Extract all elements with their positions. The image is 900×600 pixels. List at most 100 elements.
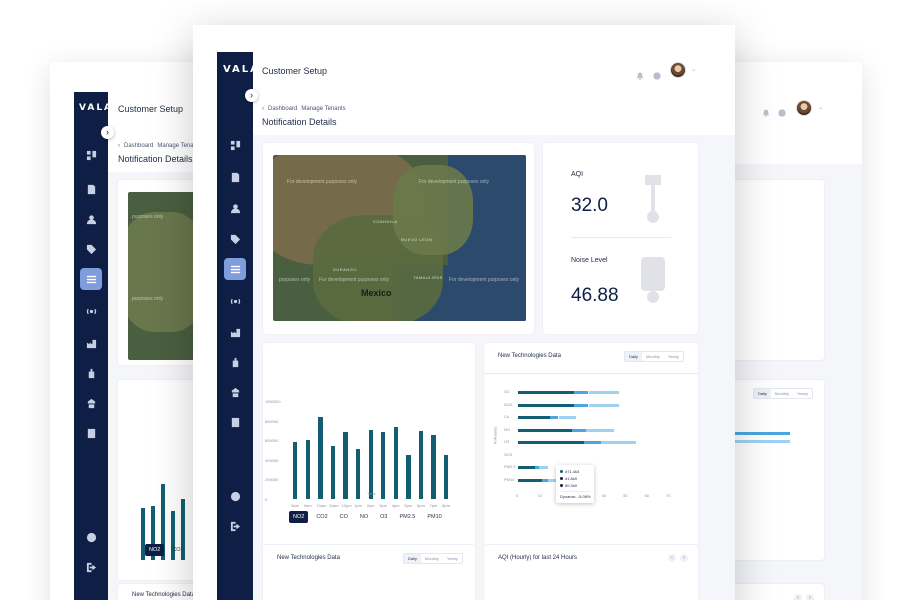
hbar[interactable] — [518, 441, 584, 444]
collapse-sidebar-button[interactable]: › — [101, 126, 114, 139]
period-toggle: Daily Monthly Yearly — [753, 388, 813, 399]
hbar[interactable] — [518, 466, 535, 469]
building-icon[interactable] — [74, 362, 108, 384]
dashboard-icon[interactable] — [74, 144, 108, 166]
signal-icon[interactable] — [217, 290, 253, 312]
report-icon[interactable] — [74, 422, 108, 444]
help-icon[interactable] — [74, 526, 108, 548]
tower-icon[interactable] — [217, 381, 253, 403]
hbar[interactable] — [588, 403, 619, 407]
bar[interactable] — [330, 446, 336, 499]
bar[interactable] — [355, 449, 361, 499]
hbar[interactable] — [518, 428, 572, 432]
map[interactable]: For development purposes only For develo… — [273, 155, 526, 321]
hbar[interactable] — [585, 428, 615, 432]
x-tick-label: 40 — [601, 493, 607, 498]
breadcrumb-item[interactable]: Manage Tenants — [301, 106, 345, 112]
toggle-monthly[interactable]: Monthly — [771, 389, 793, 398]
aqi-label: AQI — [571, 171, 584, 178]
tag-icon[interactable] — [217, 228, 253, 250]
chip-pm10[interactable]: PM10 — [423, 511, 445, 523]
avatar[interactable] — [796, 100, 812, 116]
hbar[interactable] — [518, 478, 542, 482]
bar[interactable] — [418, 431, 424, 499]
users-icon[interactable] — [217, 197, 253, 219]
help-icon[interactable] — [653, 67, 661, 80]
bar[interactable] — [293, 442, 298, 499]
page-title: Notification Details — [262, 117, 337, 127]
row-label: PM10 — [504, 476, 515, 482]
x-tick-label: 2pm — [366, 503, 375, 508]
next-button[interactable]: › — [680, 554, 688, 562]
chip-no2[interactable]: NO2 — [289, 511, 309, 523]
factory-icon[interactable] — [217, 321, 253, 343]
hbar[interactable] — [600, 441, 636, 444]
hbar[interactable] — [518, 403, 575, 407]
bar[interactable] — [318, 416, 323, 499]
hbar[interactable] — [572, 428, 586, 432]
hbar[interactable] — [584, 441, 601, 444]
chip-co2[interactable]: CO2 — [168, 544, 187, 556]
bar[interactable] — [393, 427, 399, 499]
bell-icon[interactable] — [762, 104, 770, 117]
chip-no[interactable]: NO — [356, 511, 372, 523]
toggle-monthly[interactable]: Monthly — [421, 554, 443, 563]
chip-pm25[interactable]: PM2.5 — [395, 511, 419, 523]
chevron-down-icon[interactable]: ⌄ — [691, 66, 696, 73]
logout-icon[interactable] — [74, 556, 108, 578]
bar[interactable] — [381, 432, 386, 499]
toggle-yearly[interactable]: Yearly — [793, 389, 812, 398]
mockup-scene: VALA › Customer Setup ‹ Dashboard Manage T… — [0, 0, 900, 600]
logout-icon[interactable] — [217, 515, 253, 537]
hbar[interactable] — [588, 391, 619, 394]
users-icon[interactable] — [74, 208, 108, 230]
tag-icon[interactable] — [74, 238, 108, 260]
hbar[interactable] — [518, 416, 551, 419]
chevron-down-icon[interactable]: ⌄ — [818, 104, 823, 111]
chip-co[interactable]: CO — [336, 511, 352, 523]
avatar[interactable] — [670, 62, 686, 78]
bar[interactable] — [431, 435, 436, 499]
bar[interactable] — [343, 432, 348, 499]
bar[interactable] — [406, 454, 411, 499]
hbar[interactable] — [558, 416, 576, 419]
building-icon[interactable] — [217, 351, 253, 373]
collapse-sidebar-button[interactable]: › — [245, 89, 258, 102]
hbar[interactable] — [574, 403, 589, 407]
chip-no2[interactable]: NO2 — [145, 544, 165, 556]
noise-label: Noise Level — [571, 257, 608, 264]
toggle-yearly[interactable]: Yearly — [443, 554, 462, 563]
chip-co2[interactable]: CO2 — [312, 511, 331, 523]
prev-button[interactable]: ‹ — [794, 594, 802, 600]
dashboard-icon[interactable] — [217, 134, 253, 156]
document-icon[interactable] — [74, 178, 108, 200]
help-icon[interactable] — [778, 104, 786, 117]
next-button[interactable]: › — [806, 594, 814, 600]
hbar[interactable] — [518, 391, 575, 394]
signal-icon[interactable] — [74, 300, 108, 322]
sliders-icon[interactable] — [217, 258, 253, 280]
row-label: O2 — [504, 389, 510, 394]
factory-icon[interactable] — [74, 332, 108, 354]
toggle-daily[interactable]: Daily — [754, 389, 771, 398]
breadcrumb-item[interactable]: Dashboard — [268, 106, 297, 112]
bell-icon[interactable] — [636, 67, 644, 80]
breadcrumb-back-icon[interactable]: ‹ — [262, 106, 264, 112]
hbar[interactable] — [550, 416, 559, 419]
report-icon[interactable] — [217, 411, 253, 433]
hbar[interactable] — [574, 391, 589, 394]
bar[interactable] — [368, 430, 373, 499]
tower-icon[interactable] — [74, 392, 108, 414]
bar[interactable] — [305, 440, 311, 499]
help-icon[interactable] — [217, 485, 253, 507]
breadcrumb-item[interactable]: Dashboard — [124, 143, 153, 149]
chip-o3[interactable]: O3 — [376, 511, 391, 523]
prev-button[interactable]: ‹ — [668, 554, 676, 562]
hbar[interactable] — [539, 466, 548, 469]
breadcrumb-back-icon[interactable]: ‹ — [118, 143, 120, 149]
toggle-daily[interactable]: Daily — [404, 554, 421, 563]
sliders-icon[interactable] — [74, 268, 108, 290]
bar[interactable] — [443, 454, 449, 499]
map-state-label: NUEVO LEON — [401, 237, 433, 242]
document-icon[interactable] — [217, 166, 253, 188]
